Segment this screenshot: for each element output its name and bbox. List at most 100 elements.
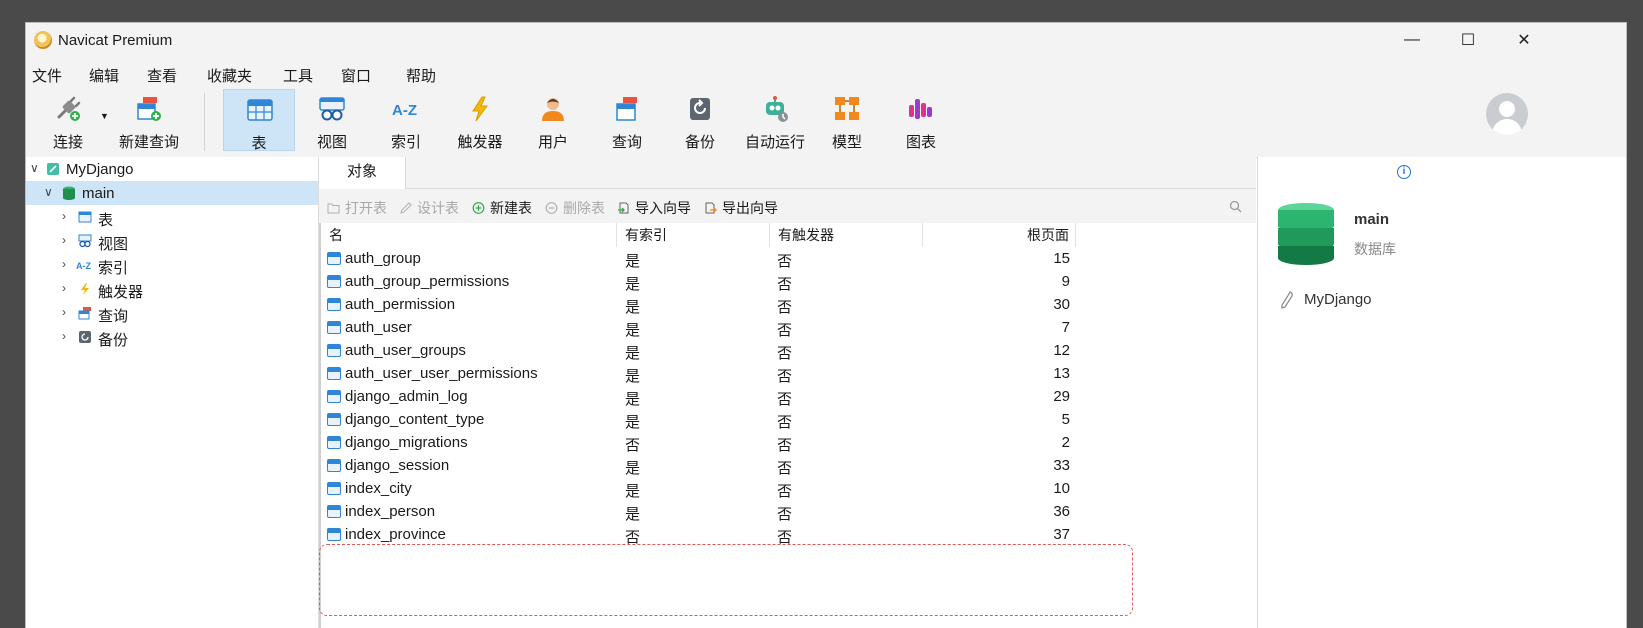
cell-has-index: 是 bbox=[625, 460, 641, 477]
chevron-right-icon[interactable]: › bbox=[62, 281, 66, 295]
tree-item-label: 触发器 bbox=[98, 284, 144, 301]
database-icon bbox=[63, 186, 75, 200]
chevron-right-icon[interactable]: › bbox=[62, 257, 66, 271]
search-icon[interactable] bbox=[1229, 200, 1242, 213]
table-icon bbox=[327, 275, 341, 288]
model-tool-button[interactable]: 模型 bbox=[811, 89, 883, 151]
table-tool-button[interactable]: 表 bbox=[223, 89, 295, 152]
trigger-tool-label: 触发器 bbox=[457, 134, 503, 151]
design-table-button[interactable]: 设计表 bbox=[399, 198, 459, 218]
tree-database[interactable]: ∨ main bbox=[26, 181, 318, 205]
backup-tool-label: 备份 bbox=[684, 134, 715, 151]
info-panel: i main 数据库 MyDjango bbox=[1257, 157, 1626, 628]
tab-objects[interactable]: 对象 bbox=[319, 157, 406, 189]
chevron-right-icon[interactable]: › bbox=[62, 329, 66, 343]
user-avatar[interactable] bbox=[1486, 93, 1528, 135]
cell-root-page: 29 bbox=[1053, 388, 1070, 405]
cell-has-trigger: 否 bbox=[777, 437, 793, 454]
cell-has-trigger: 否 bbox=[777, 322, 793, 339]
column-header-has-trigger[interactable]: 有触发器 bbox=[770, 223, 923, 247]
chevron-right-icon[interactable]: › bbox=[62, 305, 66, 319]
table-row[interactable]: index_city 是 否 10 bbox=[321, 478, 1081, 501]
tree-item-label: 查询 bbox=[98, 308, 129, 325]
menu-help[interactable]: 帮助 bbox=[406, 65, 436, 86]
table-icon bbox=[327, 505, 341, 518]
delete-table-button[interactable]: 删除表 bbox=[545, 198, 605, 218]
table-row[interactable]: django_content_type 是 否 5 bbox=[321, 409, 1081, 432]
table-icon bbox=[247, 99, 273, 121]
cell-has-index: 是 bbox=[625, 322, 641, 339]
table-row[interactable]: auth_permission 是 否 30 bbox=[321, 294, 1081, 317]
cell-table-name: auth_group_permissions bbox=[345, 273, 510, 290]
menu-file[interactable]: 文件 bbox=[32, 65, 62, 86]
table-row[interactable]: django_session 是 否 33 bbox=[321, 455, 1081, 478]
connect-dropdown-icon[interactable]: ▼ bbox=[100, 111, 109, 121]
open-table-button[interactable]: 打开表 bbox=[327, 198, 387, 218]
index-tool-button[interactable]: A-Z 索引 bbox=[370, 89, 442, 151]
table-row[interactable]: auth_group_permissions 是 否 9 bbox=[321, 271, 1081, 294]
menu-window[interactable]: 窗口 bbox=[341, 65, 371, 86]
table-row[interactable]: django_admin_log 是 否 29 bbox=[321, 386, 1081, 409]
view-tool-button[interactable]: 视图 bbox=[296, 89, 368, 151]
import-wizard-button[interactable]: 导入向导 bbox=[617, 198, 691, 218]
chevron-down-icon[interactable]: ∨ bbox=[44, 185, 53, 199]
column-header-root-page[interactable]: 根页面 bbox=[923, 223, 1076, 247]
connection-pen-icon bbox=[1281, 291, 1293, 309]
table-row[interactable]: auth_user_groups 是 否 12 bbox=[321, 340, 1081, 363]
column-header-name[interactable]: 名 bbox=[321, 223, 617, 247]
cell-root-page: 15 bbox=[1053, 250, 1070, 267]
table-icon bbox=[327, 459, 341, 472]
tree-item-triggers[interactable]: › 触发器 bbox=[26, 277, 318, 301]
cell-has-trigger: 否 bbox=[777, 391, 793, 408]
menu-edit[interactable]: 编辑 bbox=[89, 65, 119, 86]
menu-tools[interactable]: 工具 bbox=[283, 65, 313, 86]
chevron-right-icon[interactable]: › bbox=[62, 209, 66, 223]
cell-has-trigger: 否 bbox=[777, 253, 793, 270]
tree-item-indexes[interactable]: › A-Z 索引 bbox=[26, 253, 318, 277]
lightning-icon bbox=[81, 283, 89, 295]
column-header-has-index[interactable]: 有索引 bbox=[617, 223, 770, 247]
automation-tool-button[interactable]: 自动运行 bbox=[738, 89, 812, 151]
maximize-button[interactable]: ☐ bbox=[1440, 23, 1496, 57]
cell-has-index: 是 bbox=[625, 506, 641, 523]
table-row[interactable]: index_person 是 否 36 bbox=[321, 501, 1081, 524]
cell-root-page: 12 bbox=[1053, 342, 1070, 359]
menu-favorites[interactable]: 收藏夹 bbox=[207, 65, 252, 86]
info-connection-name: MyDjango bbox=[1304, 291, 1372, 308]
table-icon bbox=[327, 390, 341, 403]
info-icon[interactable]: i bbox=[1397, 165, 1411, 179]
tree-connection[interactable]: ∨ MyDjango bbox=[26, 157, 318, 181]
user-tool-label: 用户 bbox=[537, 134, 568, 151]
chevron-right-icon[interactable]: › bbox=[62, 233, 66, 247]
svg-text:A-Z: A-Z bbox=[392, 102, 417, 119]
query-tool-button[interactable]: 查询 bbox=[591, 89, 663, 151]
connect-button[interactable]: 连接 bbox=[32, 89, 104, 151]
backup-icon bbox=[79, 331, 91, 343]
chevron-down-icon[interactable]: ∨ bbox=[30, 161, 39, 175]
cell-table-name: index_city bbox=[345, 480, 412, 497]
table-row[interactable]: django_migrations 否 否 2 bbox=[321, 432, 1081, 455]
close-button[interactable]: ✕ bbox=[1496, 23, 1552, 57]
cell-has-index: 是 bbox=[625, 276, 641, 293]
tree-item-views[interactable]: › 视图 bbox=[26, 229, 318, 253]
cell-root-page: 36 bbox=[1053, 503, 1070, 520]
tree-item-queries[interactable]: › 查询 bbox=[26, 301, 318, 325]
cell-root-page: 33 bbox=[1053, 457, 1070, 474]
cell-has-trigger: 否 bbox=[777, 483, 793, 500]
backup-tool-button[interactable]: 备份 bbox=[664, 89, 736, 151]
chart-tool-button[interactable]: 图表 bbox=[885, 89, 957, 151]
table-row[interactable]: auth_user_user_permissions 是 否 13 bbox=[321, 363, 1081, 386]
export-wizard-button[interactable]: 导出向导 bbox=[704, 198, 778, 218]
object-toolbar: 打开表 设计表 新建表 删除表 导入向导 导出向导 bbox=[319, 189, 1256, 223]
cell-has-index: 是 bbox=[625, 299, 641, 316]
minimize-button[interactable]: — bbox=[1384, 23, 1440, 57]
trigger-tool-button[interactable]: 触发器 bbox=[444, 89, 516, 151]
tree-item-tables[interactable]: › 表 bbox=[26, 205, 318, 229]
table-row[interactable]: auth_group 是 否 15 bbox=[321, 248, 1081, 271]
user-tool-button[interactable]: 用户 bbox=[517, 89, 589, 151]
table-row[interactable]: auth_user 是 否 7 bbox=[321, 317, 1081, 340]
new-query-button[interactable]: 新建查询 bbox=[110, 89, 188, 151]
menu-view[interactable]: 查看 bbox=[147, 65, 177, 86]
tree-item-backups[interactable]: › 备份 bbox=[26, 325, 318, 349]
new-table-button[interactable]: 新建表 bbox=[472, 198, 532, 218]
